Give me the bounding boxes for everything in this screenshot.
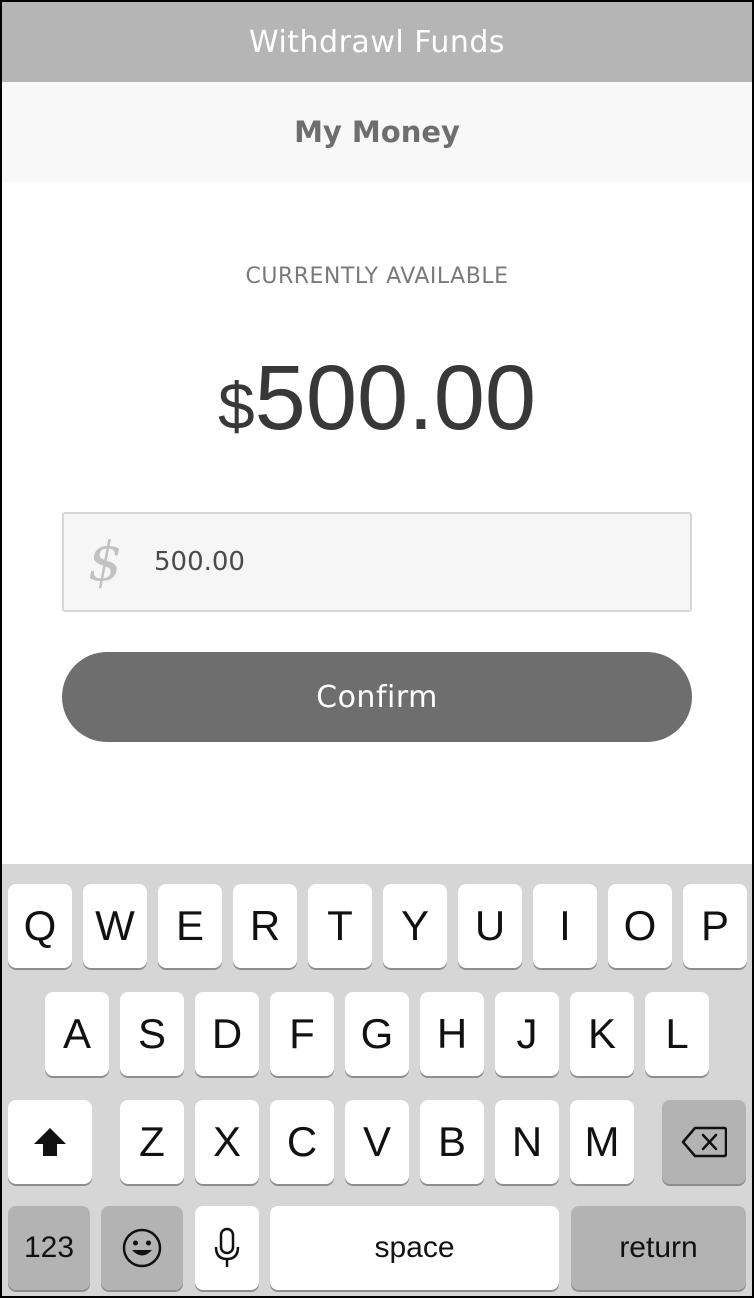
key-c[interactable]: C <box>270 1100 334 1184</box>
key-s[interactable]: S <box>120 992 184 1076</box>
space-key[interactable]: space <box>270 1206 559 1290</box>
section-header: My Money <box>2 82 752 182</box>
microphone-key[interactable] <box>195 1206 259 1290</box>
amount-input[interactable] <box>154 547 634 577</box>
key-k[interactable]: K <box>570 992 634 1076</box>
key-p[interactable]: P <box>683 884 747 968</box>
key-m[interactable]: M <box>570 1100 634 1184</box>
key-x[interactable]: X <box>195 1100 259 1184</box>
backspace-key[interactable] <box>662 1100 746 1184</box>
key-h[interactable]: H <box>420 992 484 1076</box>
title-bar: Withdrawl Funds <box>2 2 752 82</box>
key-f[interactable]: F <box>270 992 334 1076</box>
key-y[interactable]: Y <box>383 884 447 968</box>
key-r[interactable]: R <box>233 884 297 968</box>
page-title: Withdrawl Funds <box>248 24 506 60</box>
dollar-icon: $ <box>88 530 123 593</box>
key-l[interactable]: L <box>645 992 709 1076</box>
key-i[interactable]: I <box>533 884 597 968</box>
key-t[interactable]: T <box>308 884 372 968</box>
key-w[interactable]: W <box>83 884 147 968</box>
key-b[interactable]: B <box>420 1100 484 1184</box>
shift-icon <box>33 1126 67 1158</box>
app-screen: Withdrawl Funds My Money CURRENTLY AVAIL… <box>0 0 754 1298</box>
emoji-key[interactable] <box>101 1206 183 1290</box>
microphone-icon <box>213 1227 241 1269</box>
balance-display: $500.00 <box>2 352 752 444</box>
balance-amount: 500.00 <box>254 347 537 449</box>
key-d[interactable]: D <box>195 992 259 1076</box>
shift-key[interactable] <box>8 1100 92 1184</box>
withdraw-amount-field[interactable]: $ <box>62 512 692 612</box>
confirm-button[interactable]: Confirm <box>62 652 692 742</box>
return-key[interactable]: return <box>571 1206 746 1290</box>
section-title: My Money <box>294 115 460 149</box>
available-label: CURRENTLY AVAILABLE <box>245 264 509 289</box>
keyboard: Q W E R T Y U I O P A S D F G H J K L Z … <box>2 864 752 1296</box>
numbers-key[interactable]: 123 <box>8 1206 90 1290</box>
backspace-icon <box>681 1126 727 1158</box>
key-a[interactable]: A <box>45 992 109 1076</box>
emoji-icon <box>121 1227 163 1269</box>
key-z[interactable]: Z <box>120 1100 184 1184</box>
key-n[interactable]: N <box>495 1100 559 1184</box>
key-j[interactable]: J <box>495 992 559 1076</box>
key-g[interactable]: G <box>345 992 409 1076</box>
balance-currency-symbol: $ <box>217 369 255 443</box>
key-o[interactable]: O <box>608 884 672 968</box>
key-q[interactable]: Q <box>8 884 72 968</box>
key-e[interactable]: E <box>158 884 222 968</box>
key-v[interactable]: V <box>345 1100 409 1184</box>
key-u[interactable]: U <box>458 884 522 968</box>
